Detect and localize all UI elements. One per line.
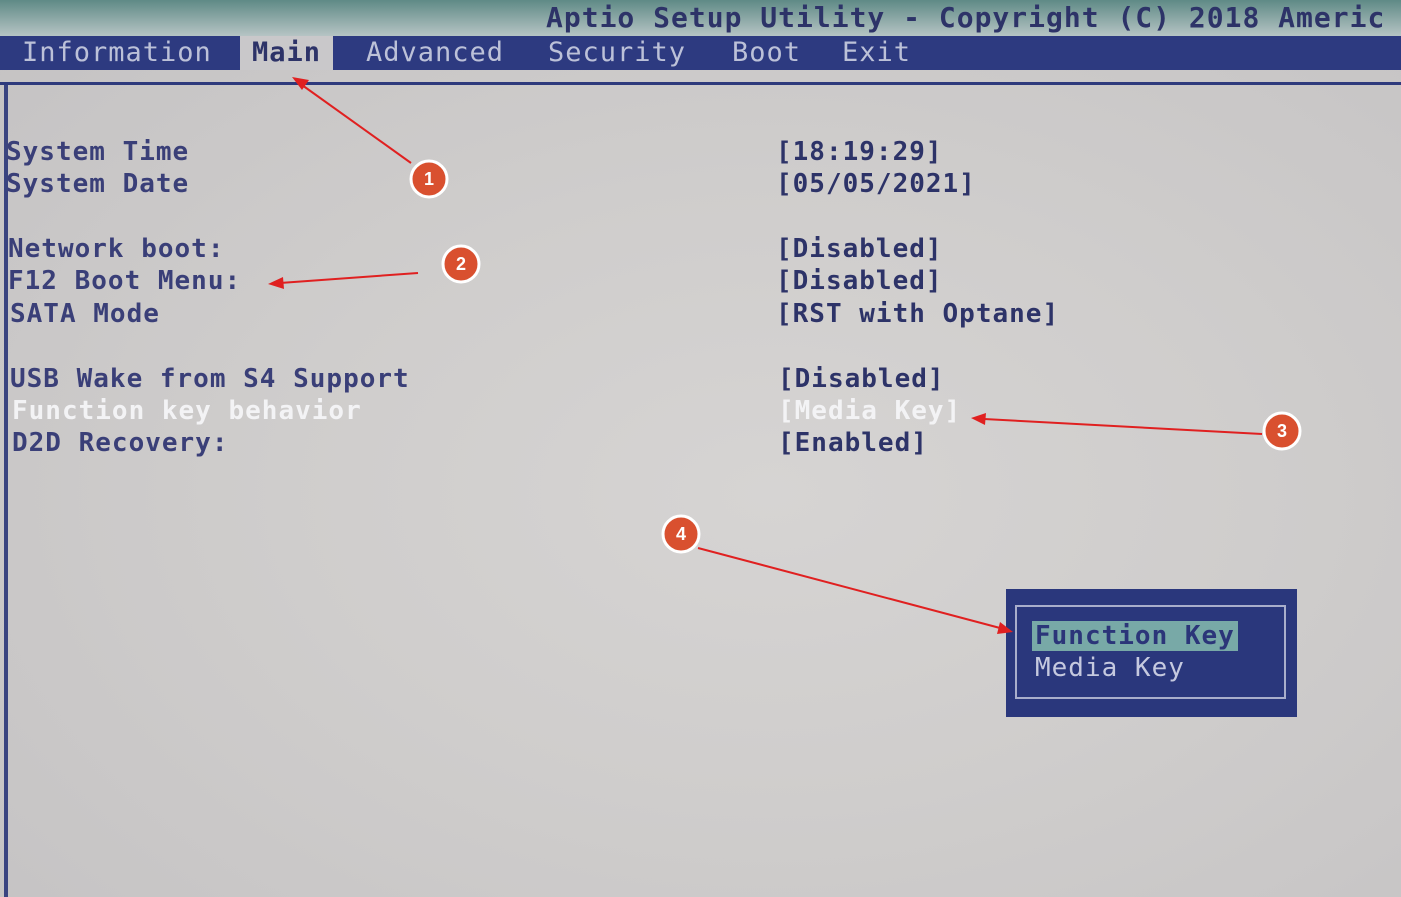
annotation-number-1: 1: [424, 169, 434, 189]
annotation-number-2: 2: [456, 254, 466, 274]
annotation-arrow-2: [279, 272, 419, 284]
annotation-badge-3: 3: [1262, 411, 1302, 451]
annotation-arrow-3: [983, 418, 1263, 435]
annotation-arrowhead-3: [971, 413, 986, 425]
annotation-arrow-1: [301, 84, 412, 164]
annotation-number-4: 4: [676, 524, 686, 544]
annotation-arrow-4: [697, 547, 1001, 629]
annotation-arrowhead-4: [997, 622, 1013, 634]
annotation-arrowhead-2: [268, 277, 284, 289]
annotation-number-3: 3: [1277, 421, 1287, 441]
annotation-badge-2: 2: [441, 244, 481, 284]
annotation-layer: 1 2 3 4: [268, 77, 1302, 634]
annotation-badge-4: 4: [661, 514, 701, 554]
annotation-badge-1: 1: [409, 159, 449, 199]
